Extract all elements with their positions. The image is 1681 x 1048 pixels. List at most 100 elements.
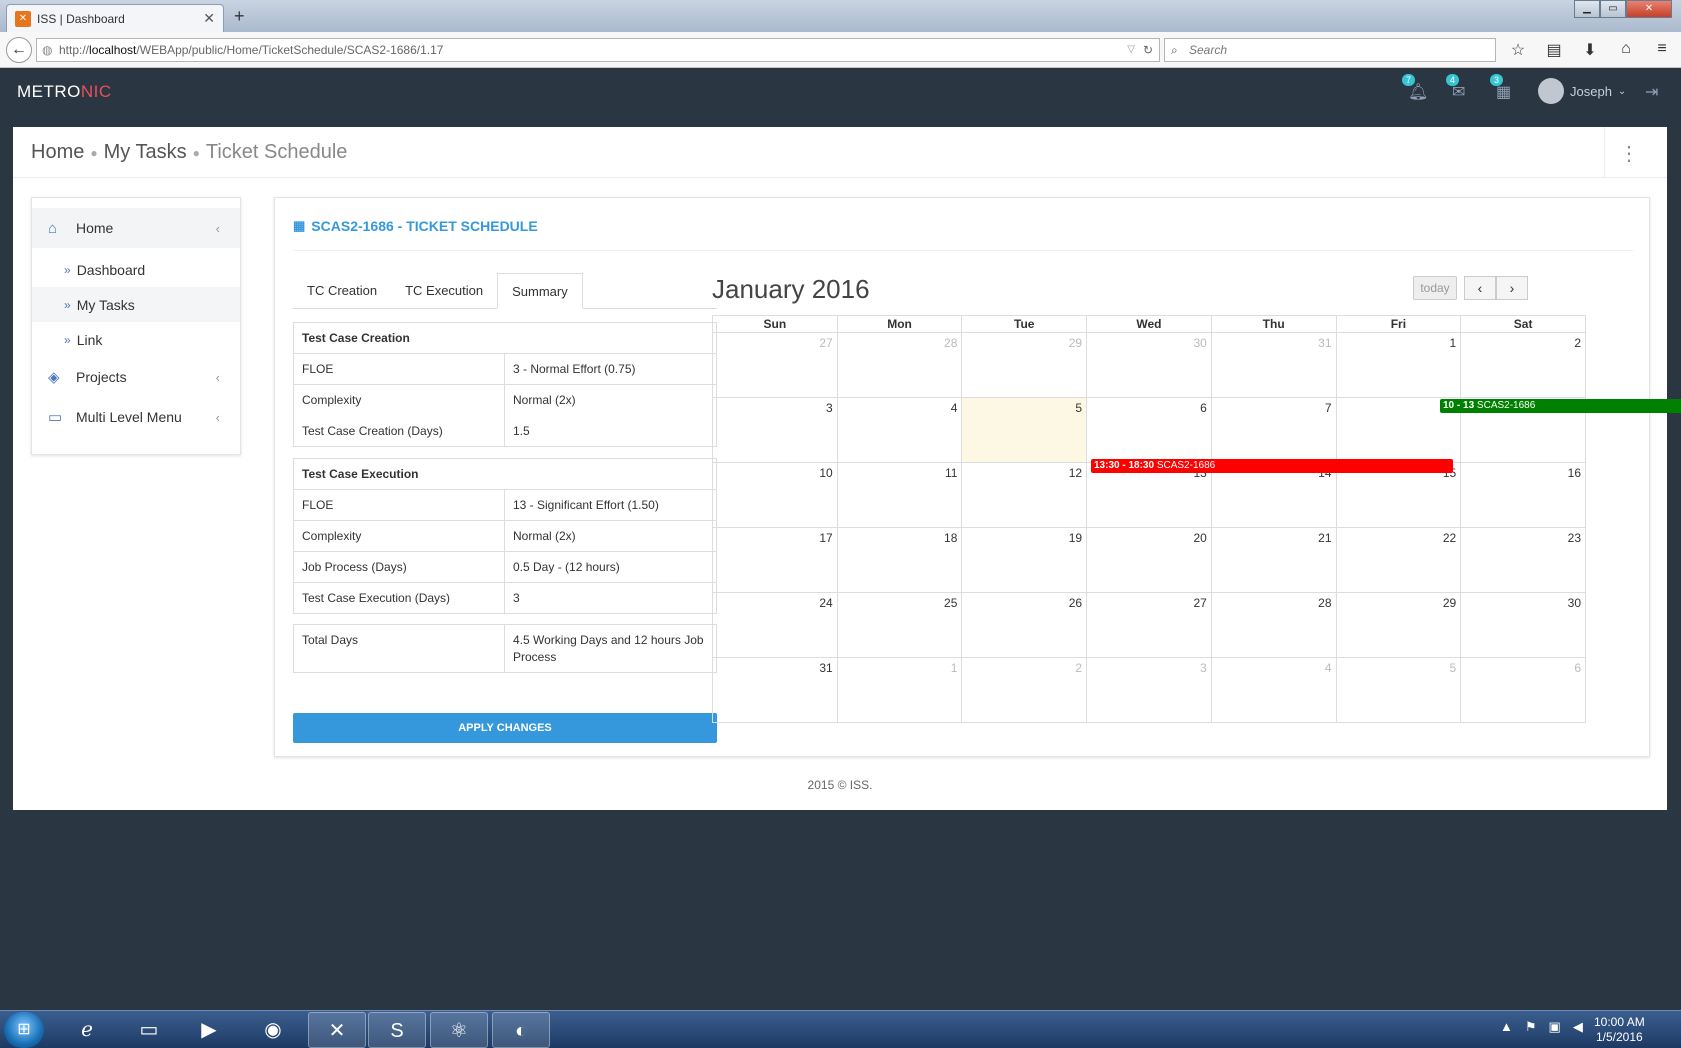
calendar-day[interactable]: 2 — [961, 657, 1088, 723]
prev-month-button[interactable]: ‹ — [1464, 276, 1496, 300]
calendar-day[interactable]: 22 — [1335, 527, 1462, 593]
more-options-icon[interactable]: ⋮ — [1619, 141, 1639, 166]
footer: 2015 © ISS. — [807, 778, 873, 792]
event-title: SCAS2-1686 — [1476, 400, 1536, 411]
app-logo[interactable]: METRONIC — [17, 82, 112, 102]
calendar-day[interactable]: 1 — [836, 657, 963, 723]
tab-close-icon[interactable]: ✕ — [203, 10, 215, 27]
search-box[interactable]: ⌕ Search — [1164, 38, 1496, 62]
notifications-bell-icon[interactable]: 7 🔔︎ — [1402, 74, 1428, 102]
url-dropdown-icon[interactable]: ▽ — [1127, 39, 1135, 61]
apply-changes-button[interactable]: APPLY CHANGES — [293, 713, 717, 743]
calendar-day[interactable]: 28 — [836, 332, 963, 398]
calendar-day[interactable]: 3 — [712, 397, 838, 463]
inbox-envelope-icon[interactable]: 4 ✉ — [1446, 74, 1465, 102]
calendar-day[interactable]: 6 — [1460, 657, 1586, 723]
calendar-day[interactable]: 23 — [1460, 527, 1586, 593]
calendar-day[interactable]: 7 — [1210, 397, 1337, 463]
xampp-icon[interactable]: ✕ — [308, 1012, 366, 1048]
address-bar[interactable]: ◍ http://localhost/WEBApp/public/Home/Ti… — [36, 38, 1160, 62]
user-menu[interactable]: Joseph ⌄ — [1538, 78, 1626, 104]
calendar-day[interactable]: 29 — [1335, 592, 1462, 658]
internet-explorer-icon[interactable]: ℯ — [58, 1012, 116, 1048]
calendar-day[interactable]: 5 — [1335, 657, 1462, 723]
maximize-button[interactable]: ▭ — [1600, 0, 1626, 18]
bookmark-star-icon[interactable]: ☆ — [1500, 40, 1536, 60]
minimize-button[interactable]: ▁ — [1574, 0, 1600, 18]
close-window-button[interactable]: ✕ — [1626, 0, 1672, 18]
tasks-calendar-icon[interactable]: 3 ▦ — [1490, 74, 1511, 102]
calendar-day[interactable]: 10 — [712, 462, 838, 528]
calendar-day[interactable]: 20 — [1086, 527, 1212, 593]
calendar-day[interactable]: 18 — [836, 527, 963, 593]
atom-icon[interactable]: ⚛ — [430, 1012, 488, 1048]
calendar-day[interactable]: 25 — [836, 592, 963, 658]
network-icon[interactable]: ▣ — [1549, 1019, 1561, 1035]
tab-tc-execution[interactable]: TC Execution — [391, 273, 497, 308]
skype-icon[interactable]: S — [368, 1012, 426, 1048]
sidebar-item-link[interactable]: » Link — [32, 322, 240, 357]
calendar-day[interactable]: 30 — [1460, 592, 1586, 658]
calendar-day[interactable]: 31 — [1210, 332, 1337, 398]
clock[interactable]: 10:00 AM 1/5/2016 — [1594, 1015, 1645, 1045]
calendar-day[interactable]: 1 — [1335, 332, 1462, 398]
file-explorer-icon[interactable]: ▭ — [120, 1012, 178, 1048]
chrome-icon[interactable]: ◉ — [244, 1012, 302, 1048]
calendar-day-today[interactable]: 5 — [961, 397, 1088, 463]
calendar-day[interactable]: 11 — [836, 462, 963, 528]
today-button[interactable]: today — [1413, 276, 1457, 300]
flag-icon[interactable]: ⚑ — [1525, 1019, 1537, 1035]
sidebar-item-dashboard[interactable]: » Dashboard — [32, 252, 240, 287]
browser-tab[interactable]: ✕ ISS | Dashboard ✕ — [6, 4, 224, 32]
calendar-day[interactable]: 31 — [712, 657, 838, 723]
logout-icon[interactable]: ⇥ — [1645, 82, 1658, 102]
reading-list-icon[interactable]: ▤ — [1536, 40, 1572, 60]
double-chevron-icon: » — [64, 262, 71, 277]
calendar-event[interactable]: 10 - 13 SCAS2-1686 — [1440, 399, 1681, 413]
sidebar-item-label: Link — [76, 331, 103, 348]
reload-icon[interactable]: ↻ — [1143, 39, 1153, 61]
calendar-day[interactable]: 27 — [712, 332, 838, 398]
tab-summary[interactable]: Summary — [497, 273, 583, 309]
sidebar-item-home[interactable]: ⌂ Home ‹ — [32, 208, 240, 248]
new-tab-button[interactable]: + — [234, 6, 245, 27]
layers-icon: ◈ — [48, 369, 60, 386]
sidebar-item-projects[interactable]: ◈ Projects ‹ — [32, 357, 240, 397]
folder-icon: ▭ — [48, 409, 63, 426]
download-icon[interactable]: ⬇ — [1572, 40, 1608, 60]
calendar-day[interactable]: 26 — [961, 592, 1088, 658]
tab-tc-creation[interactable]: TC Creation — [293, 273, 391, 308]
calendar-day[interactable]: 21 — [1210, 527, 1337, 593]
home-icon[interactable]: ⌂ — [1608, 40, 1644, 60]
calendar-day[interactable]: 4 — [836, 397, 963, 463]
calendar-day[interactable]: 28 — [1210, 592, 1337, 658]
calendar-day[interactable]: 6 — [1086, 397, 1212, 463]
calendar-day[interactable]: 19 — [961, 527, 1088, 593]
firefox-icon[interactable]: ◐ — [492, 1012, 550, 1048]
calendar-day[interactable]: 4 — [1210, 657, 1337, 723]
tray-expand-icon[interactable]: ▲ — [1500, 1019, 1513, 1035]
sidebar-item-multi-level-menu[interactable]: ▭ Multi Level Menu ‹ — [32, 397, 240, 437]
sidebar-item-my-tasks[interactable]: » My Tasks — [32, 287, 240, 322]
calendar-day[interactable]: 16 — [1460, 462, 1586, 528]
calendar-event[interactable]: 13:30 - 18:30 SCAS2-1686 — [1091, 459, 1453, 473]
next-month-button[interactable]: › — [1496, 276, 1528, 300]
back-button[interactable]: ← — [6, 37, 32, 63]
menu-icon[interactable]: ≡ — [1644, 40, 1680, 60]
start-button[interactable]: ⊞ — [4, 1012, 44, 1048]
calendar-day[interactable]: 30 — [1086, 332, 1212, 398]
breadcrumb-tasks[interactable]: My Tasks — [104, 141, 187, 164]
calendar-day[interactable]: 17 — [712, 527, 838, 593]
calendar-day[interactable]: 3 — [1086, 657, 1212, 723]
breadcrumb-home[interactable]: Home — [31, 141, 84, 164]
window-controls: ▁ ▭ ✕ — [1574, 0, 1672, 20]
calendar-day[interactable]: 2 — [1460, 332, 1586, 398]
volume-icon[interactable]: ◀ — [1573, 1019, 1583, 1035]
calendar-day[interactable]: 12 — [961, 462, 1088, 528]
browser-toolbar-icons: ☆ ▤ ⬇ ⌂ ≡ — [1500, 40, 1680, 60]
calendar-day[interactable]: 24 — [712, 592, 838, 658]
table-cell: 1.5 — [504, 415, 717, 447]
calendar-day[interactable]: 29 — [961, 332, 1088, 398]
media-player-icon[interactable]: ▶ — [180, 1012, 238, 1048]
calendar-day[interactable]: 27 — [1086, 592, 1212, 658]
